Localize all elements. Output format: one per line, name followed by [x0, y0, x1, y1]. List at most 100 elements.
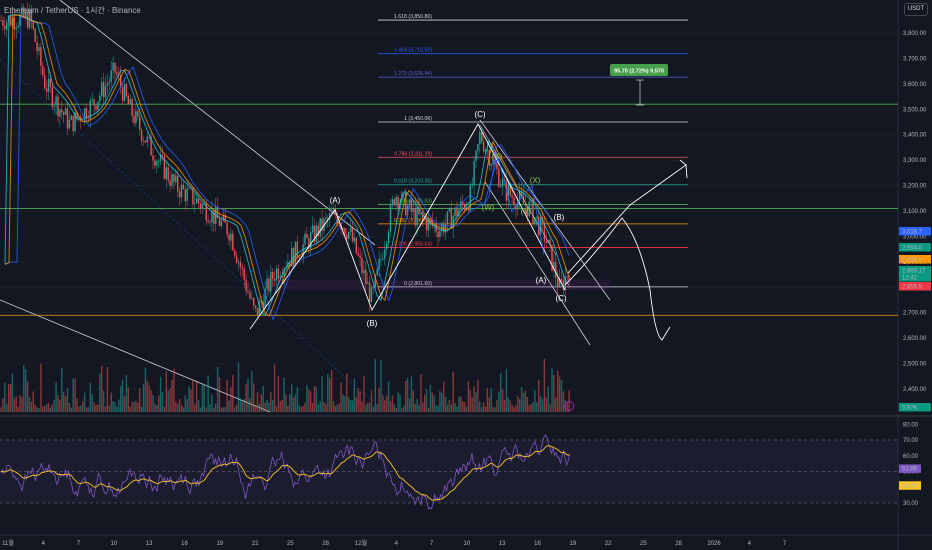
volume-bar — [102, 391, 105, 412]
candle — [129, 99, 131, 105]
volume-bar — [216, 367, 219, 412]
candle — [209, 222, 211, 223]
volume-bar — [178, 398, 181, 412]
price-axis-tick: 2,600.00 — [903, 336, 927, 342]
candle — [218, 218, 221, 226]
volume-bar — [283, 377, 285, 412]
volume-bar — [177, 404, 179, 412]
time-axis-tick: 16 — [534, 541, 541, 547]
wave-label: (A) — [330, 196, 341, 205]
volume-bar — [211, 394, 213, 412]
volume-bar — [21, 397, 23, 412]
candle — [500, 186, 502, 187]
volume-bar — [296, 386, 299, 412]
fib-level-label: 0.236 (2,956.64) — [394, 241, 432, 247]
candle — [146, 136, 148, 143]
volume-bar — [4, 382, 6, 412]
candle — [311, 225, 314, 233]
volume-bar — [118, 399, 120, 412]
candle — [370, 287, 373, 303]
volume-bar — [505, 369, 508, 412]
volume-bar — [291, 384, 293, 412]
volume-bar — [484, 406, 487, 412]
volume-bar — [270, 391, 272, 412]
candle — [32, 21, 34, 29]
volume-bar — [89, 383, 91, 412]
volume-bar — [539, 395, 542, 412]
volume-bar — [51, 404, 53, 412]
volume-bar — [201, 383, 204, 412]
volume-bar — [175, 401, 177, 412]
volume-bar — [123, 396, 126, 412]
wave-label: (X) — [530, 176, 541, 185]
volume-bar — [448, 399, 451, 412]
candle — [51, 86, 53, 107]
chart-root: 0 (2,801.60) 0.236 (2,956.64) 0.382 (3,049… — [0, 0, 932, 550]
volume-bar — [298, 405, 300, 412]
volume-bar — [490, 388, 492, 412]
tradingview-chart[interactable]: 0 (2,801.60)0.236 (2,956.64)0.382 (3,049… — [0, 0, 932, 550]
volume-bar — [215, 403, 217, 412]
candle — [140, 129, 143, 141]
volume-bar — [460, 396, 462, 412]
volume-bar — [30, 401, 33, 412]
volume-bar — [0, 407, 2, 412]
candle — [178, 191, 181, 198]
volume-bar — [186, 398, 188, 412]
candle — [44, 75, 46, 89]
symbol-title[interactable]: Ethereum / TetherUS · 1시간 · Binance — [4, 5, 141, 16]
volume-bar — [500, 372, 502, 412]
candle — [253, 298, 255, 306]
volume-tag: 5.97K — [902, 406, 918, 412]
volume-bar — [486, 388, 489, 412]
volume-bar — [116, 406, 118, 412]
volume-bar — [452, 371, 454, 412]
volume-bar — [120, 386, 122, 412]
volume-bar — [273, 364, 276, 412]
volume-bar — [241, 401, 243, 412]
volume-bar — [515, 404, 517, 412]
candle — [254, 305, 257, 309]
volume-bar — [403, 405, 405, 412]
volume-bar — [435, 405, 437, 412]
volume-bar — [165, 371, 167, 412]
candle — [173, 174, 175, 182]
volume-bar — [220, 407, 223, 412]
time-axis-tick: 28 — [322, 541, 329, 547]
candle — [131, 99, 133, 116]
candle — [513, 197, 515, 206]
candle — [410, 200, 413, 212]
volume-bar — [256, 392, 259, 412]
candle — [196, 198, 198, 204]
candle — [45, 88, 48, 92]
volume-bar — [279, 400, 281, 412]
volume-bar — [467, 380, 470, 412]
volume-bar — [82, 401, 84, 412]
volume-bar — [173, 368, 175, 412]
volume-bar — [99, 373, 101, 412]
candle — [108, 81, 110, 84]
candle — [566, 276, 568, 278]
candle — [277, 268, 280, 279]
volume-bar — [53, 399, 55, 412]
volume-bar — [405, 380, 407, 412]
currency-button[interactable]: USDT — [904, 3, 928, 16]
volume-bar — [441, 392, 443, 412]
candle — [397, 196, 399, 209]
time-axis-tick: 16 — [181, 541, 188, 547]
volume-bar — [15, 396, 17, 412]
volume-bar — [97, 404, 99, 412]
volume-bar — [285, 394, 287, 412]
volume-bar — [281, 400, 283, 412]
candle — [351, 227, 354, 242]
volume-bar — [370, 390, 373, 412]
volume-bar — [319, 401, 321, 412]
price-axis-tick: 2,700.00 — [903, 311, 927, 317]
volume-bar — [386, 395, 388, 412]
price-axis-tick: 3,800.00 — [903, 31, 927, 37]
candle — [395, 196, 397, 206]
volume-bar — [87, 407, 90, 412]
time-axis-tick: 13 — [146, 541, 153, 547]
volume-bar — [159, 376, 162, 412]
candle — [272, 271, 274, 279]
